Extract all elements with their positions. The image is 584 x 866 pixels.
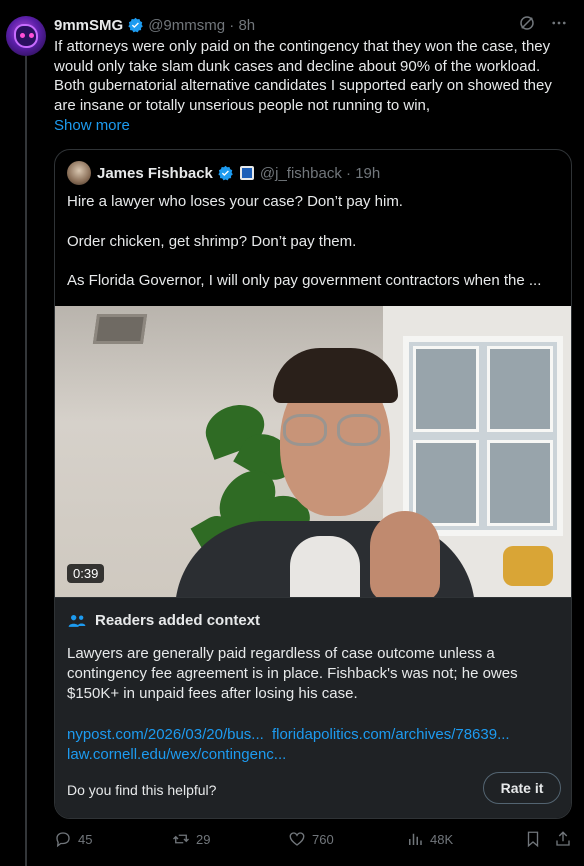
window-pane: [413, 346, 479, 432]
quote-handle[interactable]: @j_fishback: [260, 165, 342, 182]
handle[interactable]: @9mmsmg: [148, 17, 225, 34]
flower-pot: [503, 546, 553, 586]
post-text: If attorneys were only paid on the conti…: [54, 38, 552, 114]
repost-count: 29: [196, 831, 211, 847]
glasses-lens: [337, 414, 381, 446]
person-hair: [273, 348, 398, 403]
repost-button[interactable]: 29: [172, 830, 210, 848]
source-link[interactable]: law.cornell.edu/wex/contingenc...: [67, 746, 286, 763]
community-note-title-text: Readers added context: [95, 612, 261, 629]
thread-line: [25, 56, 27, 866]
avatar-face: [14, 24, 38, 48]
like-button[interactable]: 760: [288, 830, 334, 848]
video-player[interactable]: 0:39: [55, 306, 571, 597]
avatar[interactable]: [6, 16, 46, 56]
helpful-question: Do you find this helpful?: [67, 782, 217, 798]
bookmark-button[interactable]: [524, 830, 542, 848]
window: [403, 336, 563, 536]
share-icon: [556, 831, 570, 846]
quote-display-name[interactable]: James Fishback: [97, 165, 213, 182]
separator-dot: ·: [341, 164, 356, 182]
quote-time[interactable]: 19h: [355, 165, 380, 182]
post-time[interactable]: 8h: [238, 17, 255, 34]
top-icons: [518, 14, 568, 32]
verified-icon: [128, 17, 143, 32]
reply-icon: [56, 832, 70, 848]
quote-line: Order chicken, get shrimp? Don’t pay the…: [67, 232, 357, 250]
avatar-eye: [20, 33, 25, 38]
display-name[interactable]: 9mmSMG: [54, 17, 123, 34]
bookmark-icon: [527, 831, 539, 848]
rate-it-button[interactable]: Rate it: [483, 772, 561, 804]
source-link[interactable]: floridapolitics.com/archives/78639...: [272, 726, 510, 743]
community-note-title: Readers added context: [67, 612, 260, 629]
view-count: 48K: [430, 831, 454, 847]
community-note: Readers added context Lawyers are genera…: [55, 597, 571, 818]
show-more-link[interactable]: Show more: [54, 117, 130, 134]
post-header: 9mmSMG @9mmsmg · 8h: [54, 15, 255, 35]
repost-icon: [173, 834, 189, 844]
video-duration: 0:39: [67, 564, 105, 583]
separator-dot: ·: [225, 16, 239, 34]
share-button[interactable]: [554, 830, 572, 848]
window-pane: [487, 346, 553, 432]
person-hand: [370, 511, 440, 597]
action-bar: 45 29 760 48K: [54, 830, 572, 850]
quote-text: Hire a lawyer who loses your case? Don’t…: [67, 192, 561, 291]
like-count: 760: [312, 831, 334, 847]
people-icon: [68, 614, 86, 627]
views-icon: [409, 833, 422, 845]
verified-icon: [218, 165, 233, 180]
grok-icon[interactable]: [518, 14, 536, 32]
avatar-eye: [29, 33, 34, 38]
quoted-post[interactable]: James Fishback @j_fishback · 19h Hire a …: [54, 149, 572, 819]
views-button[interactable]: 48K: [406, 830, 453, 848]
window-pane: [487, 440, 553, 526]
quote-line: Hire a lawyer who loses your case? Don’t…: [67, 193, 403, 210]
window-pane: [413, 440, 479, 526]
person-shirt: [290, 536, 360, 597]
ceiling-vent: [92, 314, 148, 344]
glasses-lens: [283, 414, 327, 446]
reply-count: 45: [78, 831, 93, 847]
like-icon: [289, 832, 305, 846]
quote-line: As Florida Governor, I will only pay gov…: [67, 272, 542, 289]
source-link[interactable]: nypost.com/2026/03/20/bus...: [67, 726, 264, 743]
more-icon[interactable]: [550, 14, 568, 32]
affiliation-badge-icon: [239, 166, 254, 180]
quote-header: James Fishback @j_fishback · 19h: [67, 161, 380, 185]
community-note-body: Lawyers are generally paid regardless of…: [67, 645, 518, 702]
community-note-links: nypost.com/2026/03/20/bus... floridapoli…: [67, 725, 561, 765]
reply-button[interactable]: 45: [54, 830, 92, 848]
quote-avatar[interactable]: [67, 161, 91, 185]
